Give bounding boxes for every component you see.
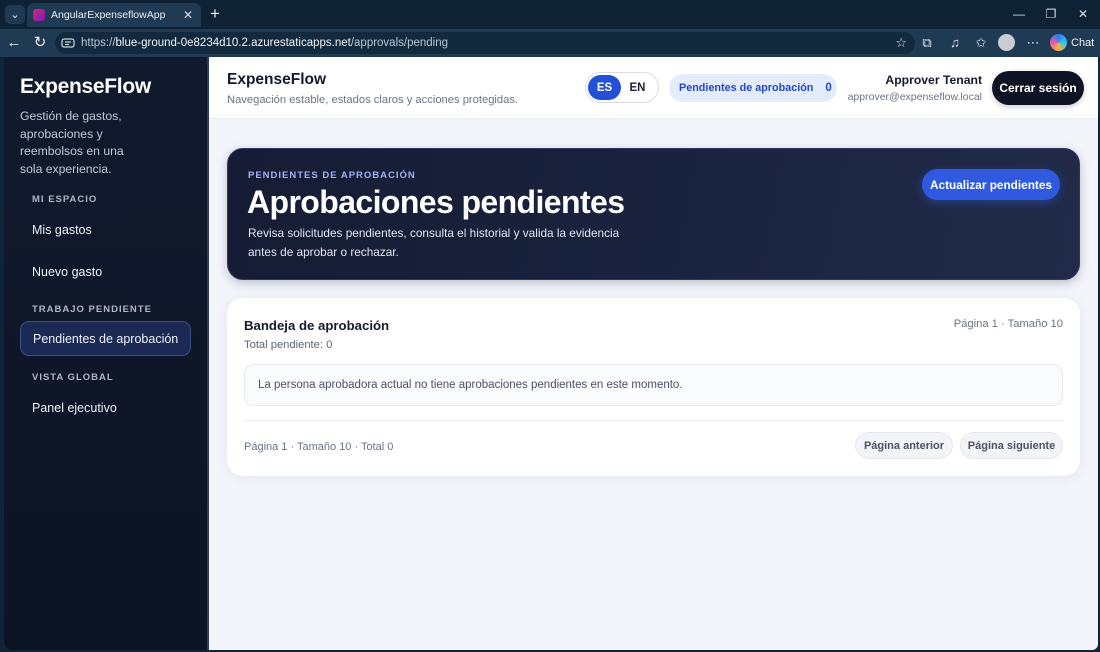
back-arrow-icon[interactable]: ← bbox=[4, 33, 24, 53]
hero-description: Revisa solicitudes pendientes, consulta … bbox=[248, 226, 620, 259]
sidebar-item-nuevo-gasto[interactable]: Nuevo gasto bbox=[20, 254, 191, 289]
app-favicon-icon bbox=[33, 9, 45, 21]
site-info-icon[interactable] bbox=[61, 36, 75, 50]
header-title: ExpenseFlow bbox=[227, 71, 327, 88]
profile-avatar[interactable] bbox=[998, 34, 1015, 51]
url-scheme: https:// bbox=[81, 37, 116, 49]
sidebar-brand: ExpenseFlow bbox=[20, 75, 151, 98]
user-email: approver@expenseflow.local bbox=[847, 91, 982, 103]
section-label-mi-espacio: MI ESPACIO bbox=[32, 194, 98, 205]
favorite-star-icon[interactable]: ☆ bbox=[895, 35, 907, 51]
url-host: blue-ground-0e8234d10.2.azurestaticapps.… bbox=[115, 37, 351, 49]
browser-tab-strip: ⌄ AngularExpenseflowApp ✕ + — ❐ ✕ bbox=[0, 0, 1100, 29]
chat-label: Chat bbox=[1071, 36, 1095, 49]
section-label-trabajo-pendiente: TRABAJO PENDIENTE bbox=[32, 304, 152, 315]
pending-badge-count: 0 bbox=[825, 82, 832, 94]
new-tab-plus-icon[interactable]: + bbox=[206, 5, 224, 23]
logout-button[interactable]: Cerrar sesión bbox=[992, 71, 1084, 105]
approval-inbox-card: Bandeja de aprobación Total pendiente: 0… bbox=[227, 298, 1080, 476]
pending-approvals-badge[interactable]: Pendientes de aprobación 0 bbox=[669, 74, 837, 102]
previous-page-button[interactable]: Página anterior bbox=[855, 432, 953, 459]
language-es-button[interactable]: ES bbox=[588, 75, 621, 100]
refresh-pending-button[interactable]: Actualizar pendientes bbox=[922, 169, 1060, 200]
maximize-icon[interactable]: ❐ bbox=[1041, 4, 1061, 24]
app-viewport: ExpenseFlow Gestión de gastos, aprobacio… bbox=[4, 57, 1098, 650]
url-path: /approvals/pending bbox=[350, 37, 449, 49]
sidebar-item-pendientes-de-aprobacion[interactable]: Pendientes de aprobación bbox=[20, 321, 191, 356]
inbox-title: Bandeja de aprobación bbox=[244, 318, 390, 333]
copilot-chat-button[interactable]: Chat bbox=[1048, 32, 1096, 53]
media-icon[interactable]: ♫ bbox=[945, 33, 965, 53]
language-toggle: ES EN bbox=[585, 72, 659, 103]
sidebar-item-panel-ejecutivo[interactable]: Panel ejecutivo bbox=[20, 390, 191, 425]
copilot-logo-icon bbox=[1050, 34, 1067, 51]
language-en-button[interactable]: EN bbox=[621, 75, 654, 100]
top-header: ExpenseFlow Navegación estable, estados … bbox=[209, 57, 1098, 119]
section-label-vista-global: VISTA GLOBAL bbox=[32, 372, 114, 383]
browser-tab[interactable]: AngularExpenseflowApp ✕ bbox=[27, 3, 201, 27]
tab-actions-chevron-icon[interactable]: ⌄ bbox=[5, 5, 25, 24]
minimize-icon[interactable]: — bbox=[1009, 4, 1029, 24]
url-field[interactable]: https://blue-ground-0e8234d10.2.azuresta… bbox=[55, 32, 915, 54]
sidebar: ExpenseFlow Gestión de gastos, aprobacio… bbox=[4, 57, 209, 650]
next-page-button[interactable]: Página siguiente bbox=[960, 432, 1063, 459]
more-options-icon[interactable]: ⋯ bbox=[1023, 33, 1043, 53]
page-title: Aprobaciones pendientes bbox=[247, 184, 625, 220]
card-divider bbox=[244, 420, 1063, 421]
inbox-total: Total pendiente: 0 bbox=[244, 339, 333, 351]
hero-banner: PENDIENTES DE APROBACIÓN Aprobaciones pe… bbox=[227, 148, 1080, 280]
window-close-icon[interactable]: ✕ bbox=[1073, 4, 1093, 24]
url-text: https://blue-ground-0e8234d10.2.azuresta… bbox=[81, 37, 448, 49]
favorites-icon[interactable]: ✩ bbox=[971, 33, 991, 53]
hero-eyebrow: PENDIENTES DE APROBACIÓN bbox=[248, 170, 416, 181]
user-name: Approver Tenant bbox=[885, 73, 982, 87]
reload-icon[interactable]: ↻ bbox=[30, 33, 50, 53]
pagination-info: Página 1 · Tamaño 10 · Total 0 bbox=[244, 441, 394, 453]
sidebar-description: Gestión de gastos, aprobaciones y reembo… bbox=[20, 109, 124, 176]
extensions-puzzle-icon[interactable]: ⧉ bbox=[917, 33, 937, 53]
sidebar-item-mis-gastos[interactable]: Mis gastos bbox=[20, 212, 191, 247]
inbox-page-info: Página 1 · Tamaño 10 bbox=[953, 318, 1063, 330]
empty-state-message: La persona aprobadora actual no tiene ap… bbox=[244, 364, 1063, 406]
tab-title: AngularExpenseflowApp bbox=[51, 9, 166, 21]
pending-badge-label: Pendientes de aprobación bbox=[679, 82, 814, 94]
tab-close-icon[interactable]: ✕ bbox=[181, 8, 195, 22]
header-subtitle: Navegación estable, estados claros y acc… bbox=[227, 94, 519, 106]
